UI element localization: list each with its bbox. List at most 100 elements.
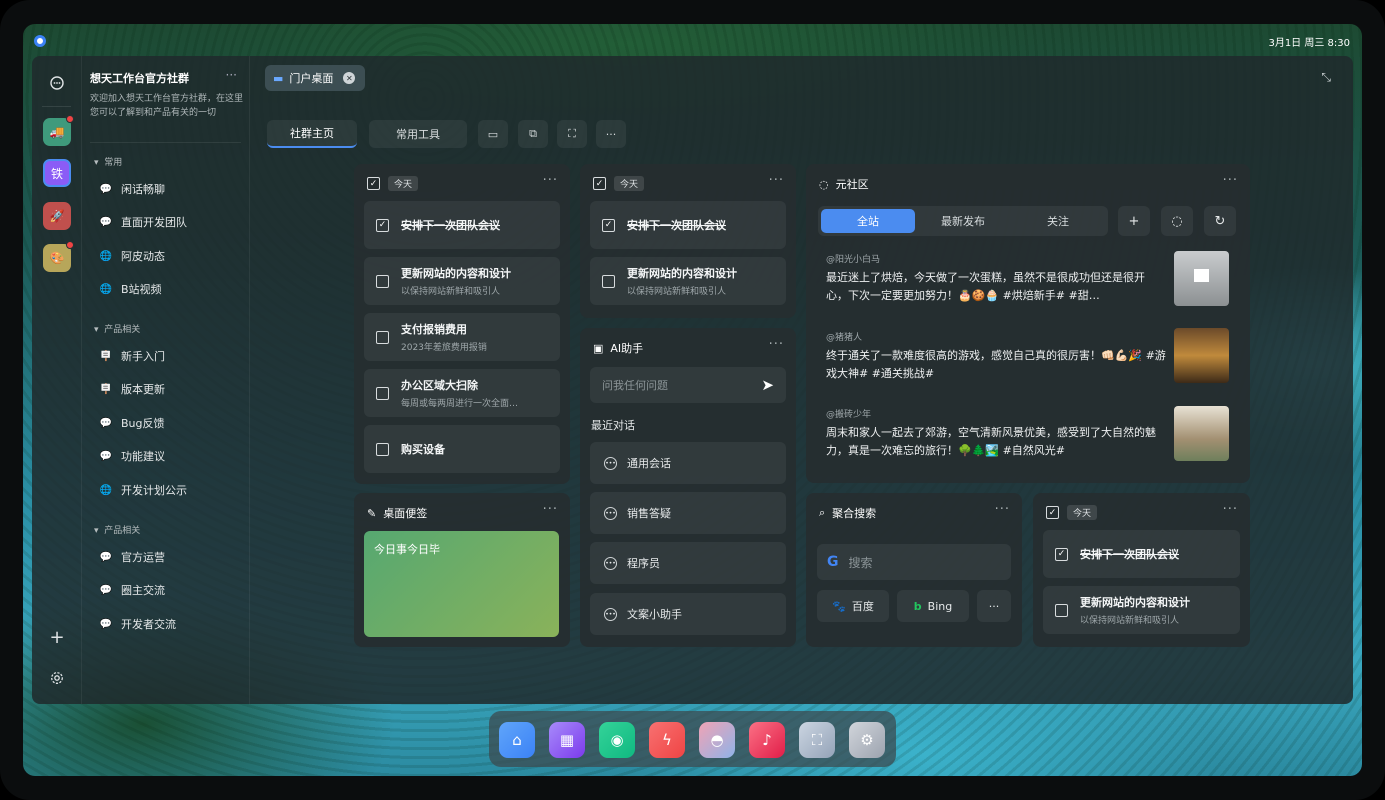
checkbox[interactable]	[602, 274, 615, 288]
checkbox[interactable]	[376, 386, 389, 400]
conversation-item[interactable]: ••• 文案小助手	[590, 593, 786, 635]
sidebar-item-bilibili[interactable]: 🌐 B站视频	[100, 279, 162, 299]
more-icon[interactable]: ···	[769, 337, 784, 352]
todo-item[interactable]: ✓ 安排下一次团队会议	[364, 201, 560, 249]
checkbox[interactable]	[376, 442, 389, 456]
add-post-icon[interactable]: +	[1118, 206, 1150, 236]
screenshot-icon[interactable]: ⛶	[799, 722, 835, 758]
sidebar-item-devs[interactable]: 💬 开发者交流	[100, 614, 176, 634]
more-icon[interactable]: ···	[596, 120, 626, 148]
todo-item[interactable]: 支付报销费用 2023年差旅费用报销	[364, 313, 560, 361]
engine-bing-button[interactable]: b Bing	[897, 590, 969, 622]
todo-item[interactable]: 更新网站的内容和设计 以保持网站新鲜和吸引人	[590, 257, 786, 305]
sidebar-item-updates[interactable]: 🪧 版本更新	[100, 379, 165, 399]
more-icon[interactable]: ···	[1223, 173, 1238, 188]
input-placeholder: 问我任何问题	[602, 379, 668, 392]
todo-item[interactable]: 更新网站的内容和设计 以保持网站新鲜和吸引人	[364, 257, 560, 305]
more-icon[interactable]: ···	[769, 173, 784, 188]
conversation-item[interactable]: ••• 通用会话	[590, 442, 786, 484]
todo-title: 更新网站的内容和设计	[401, 267, 511, 280]
conversation-item[interactable]: ••• 销售答疑	[590, 492, 786, 534]
sidebar-item-label: 开发计划公示	[121, 484, 187, 497]
section-header[interactable]: ▾ 常用	[94, 155, 122, 168]
more-icon[interactable]: ···	[543, 173, 558, 188]
copy-icon[interactable]: ⧉	[518, 120, 548, 148]
flash-icon[interactable]: ϟ	[649, 722, 685, 758]
apps-icon[interactable]: ▦	[549, 722, 585, 758]
post-image[interactable]	[1174, 328, 1229, 383]
sidebar-item-ops[interactable]: 💬 官方运营	[100, 547, 165, 567]
refresh-icon[interactable]: ↻	[1204, 206, 1236, 236]
monitor-icon[interactable]: ▭	[478, 120, 508, 148]
more-icon[interactable]: ···	[1223, 502, 1238, 517]
sidebar-item-news[interactable]: 🌐 阿皮动态	[100, 246, 165, 266]
tab-community-home[interactable]: 社群主页	[267, 120, 357, 148]
more-icon[interactable]: ···	[543, 502, 558, 517]
tab-tools[interactable]: 常用工具	[369, 120, 467, 148]
todo-item[interactable]: 办公区域大扫除 每周或每两周进行一次全面…	[364, 369, 560, 417]
post-image[interactable]	[1174, 406, 1229, 461]
post-item[interactable]: @阳光小白马 最近迷上了烘焙，今天做了一次蛋糕，虽然不是很成功但还是很开心，下次…	[826, 252, 1166, 305]
checkbox-checked[interactable]: ✓	[602, 218, 615, 232]
dock: ⌂ ▦ ◉ ϟ ◓ ♪ ⛶ ⚙	[489, 711, 896, 767]
settings-icon[interactable]: ⚙	[849, 722, 885, 758]
rail-app-tie[interactable]: 铁	[43, 159, 71, 187]
sidebar-item-bug[interactable]: 💬 Bug反馈	[100, 413, 165, 433]
chat-icon[interactable]	[43, 69, 71, 97]
checkbox[interactable]	[376, 274, 389, 288]
checkbox[interactable]	[1055, 603, 1068, 617]
close-icon[interactable]: ✕	[343, 72, 356, 84]
more-icon[interactable]: ···	[226, 68, 237, 82]
tab-all[interactable]: 全站	[821, 209, 915, 233]
engine-baidu-button[interactable]: 🐾 百度	[817, 590, 889, 622]
fullscreen-icon[interactable]: ⛶	[557, 120, 587, 148]
sidebar-item-suggest[interactable]: 💬 功能建议	[100, 446, 165, 466]
todo-widget: ✓ 今天 ··· ✓ 安排下一次团队会议 更新网站的内容和设计 以保持网站新鲜和吸引人	[580, 164, 796, 318]
note-content[interactable]: 今日事今日毕	[364, 531, 559, 637]
sidebar-item-beginner[interactable]: 🪧 新手入门	[100, 346, 165, 366]
post-item[interactable]: @搬砖少年 周末和家人一起去了郊游，空气清新风景优美，感受到了大自然的魅力，真是…	[826, 407, 1166, 460]
tab-label: 常用工具	[396, 128, 440, 141]
checkbox-checked[interactable]: ✓	[376, 218, 389, 232]
post-item[interactable]: @猪猪人 终于通关了一款难度很高的游戏，感觉自己真的很厉害！👊🏻💪🏻🎉 #游戏大…	[826, 330, 1166, 383]
add-icon[interactable]: +	[43, 623, 71, 651]
game-icon[interactable]: ◓	[699, 722, 735, 758]
checkbox[interactable]	[376, 330, 389, 344]
collapse-icon[interactable]: ⤡	[1321, 70, 1331, 85]
tab-portal[interactable]: ▬ 门户桌面 ✕	[265, 65, 365, 91]
send-icon[interactable]: ➤	[761, 376, 774, 394]
search-input[interactable]: G 搜索	[817, 544, 1011, 580]
section-header[interactable]: ▾ 产品相关	[94, 322, 140, 335]
more-icon[interactable]: ···	[995, 502, 1010, 517]
rail-app-1[interactable]: 🚚	[43, 115, 74, 146]
post-image[interactable]	[1174, 251, 1229, 306]
todo-item[interactable]: 更新网站的内容和设计 以保持网站新鲜和吸引人	[1043, 586, 1240, 634]
section-header[interactable]: ▾ 产品相关	[94, 523, 140, 536]
sidebar-item-dev-team[interactable]: 💬 直面开发团队	[100, 212, 187, 232]
status-clock: 3月1日 周三 8:30	[1268, 38, 1350, 49]
sidebar-item-chat[interactable]: 💬 闲话畅聊	[100, 179, 165, 199]
engine-label: Bing	[927, 599, 953, 613]
sidebar-item-owner[interactable]: 💬 圈主交流	[100, 580, 165, 600]
rail-app-4[interactable]: 🎨	[43, 241, 74, 272]
more-engines-button[interactable]: ···	[977, 590, 1011, 622]
ai-question-input[interactable]: 问我任何问题 ➤	[590, 367, 786, 403]
todo-item[interactable]: ✓ 安排下一次团队会议	[1043, 530, 1240, 578]
tab-following[interactable]: 关注	[1011, 209, 1105, 233]
checkbox-checked[interactable]: ✓	[1055, 547, 1068, 561]
todo-item[interactable]: ✓ 安排下一次团队会议	[590, 201, 786, 249]
chat-icon[interactable]: ◉	[599, 722, 635, 758]
gear-icon[interactable]	[43, 664, 71, 692]
message-icon[interactable]: ◌	[1161, 206, 1193, 236]
todo-item[interactable]: 购买设备	[364, 425, 560, 473]
conversation-item[interactable]: ••• 程序员	[590, 542, 786, 584]
sidebar-item-plan[interactable]: 🌐 开发计划公示	[100, 480, 187, 500]
rail-app-3[interactable]: 🚀	[43, 202, 71, 230]
engine-label: 百度	[851, 600, 874, 613]
tab-latest[interactable]: 最新发布	[916, 209, 1010, 233]
music-icon[interactable]: ♪	[749, 722, 785, 758]
home-icon[interactable]: ⌂	[499, 722, 535, 758]
globe-icon: 🌐	[99, 250, 113, 262]
os-logo-icon[interactable]	[34, 35, 46, 47]
post-text: 最近迷上了烘焙，今天做了一次蛋糕，虽然不是很成功但还是很开心，下次一定要更加努力…	[826, 271, 1145, 302]
